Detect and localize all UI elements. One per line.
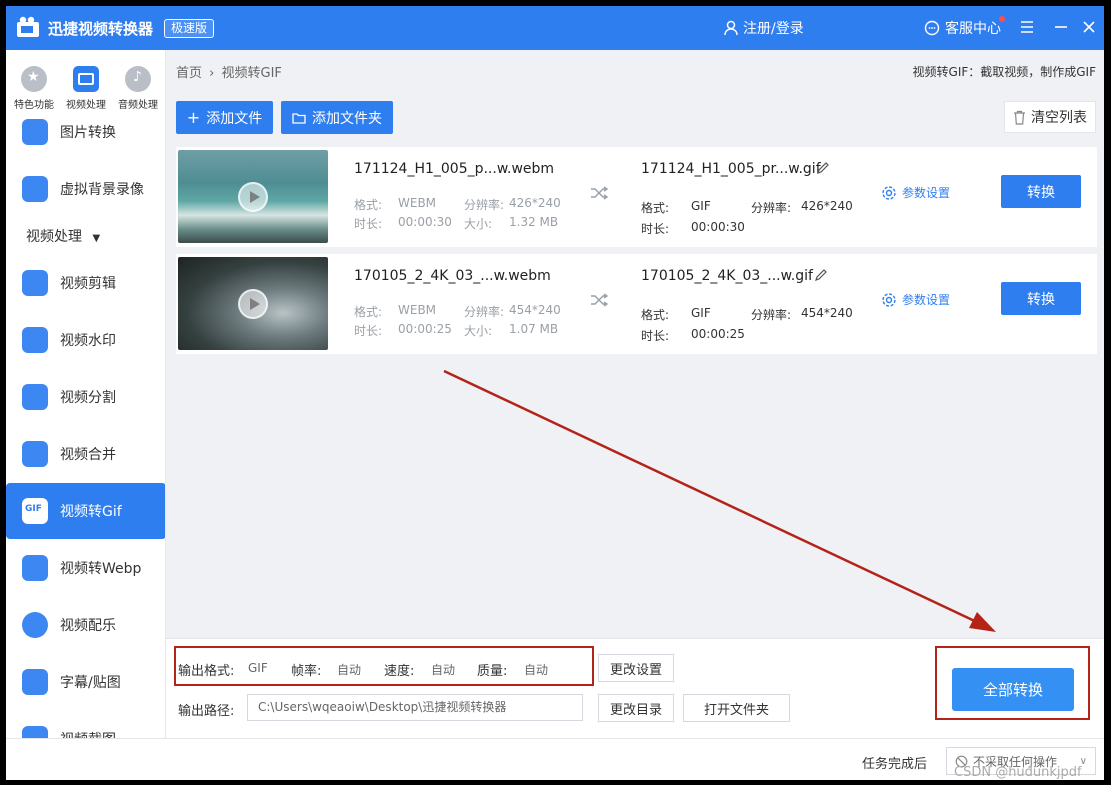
app-window: 迅捷视频转换器 极速版 注册/登录 客服中心 ★ 特色功能 视频处理 ♪ 音频处… (6, 6, 1104, 780)
annotation-arrow (443, 369, 996, 632)
